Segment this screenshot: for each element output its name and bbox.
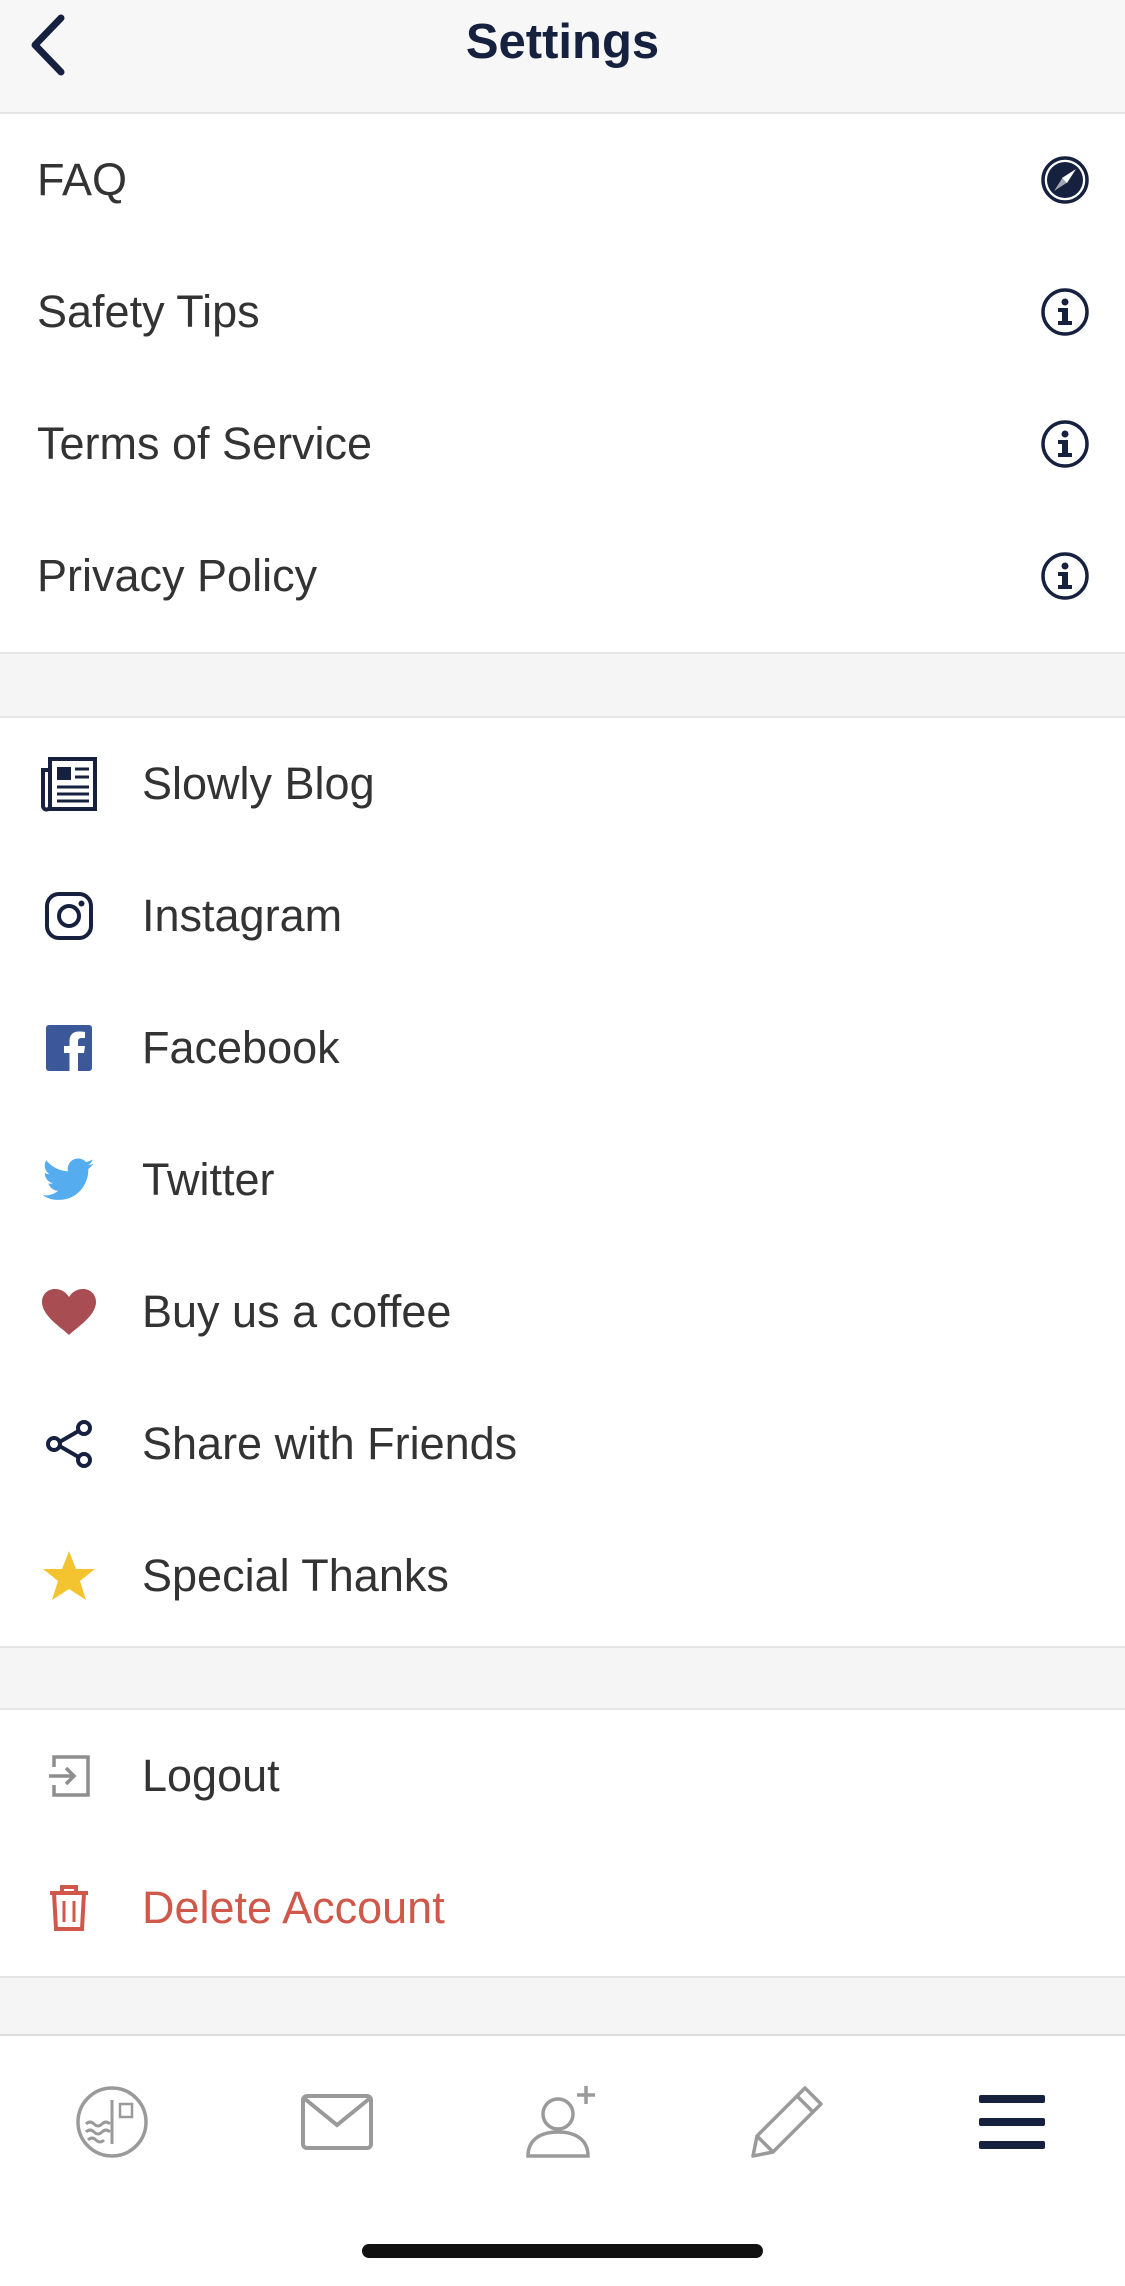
logout-item[interactable]: Logout (0, 1710, 1125, 1842)
stamp-icon (76, 2086, 148, 2158)
tab-stamp[interactable] (62, 2072, 162, 2172)
info-icon (1041, 420, 1089, 468)
buy-coffee-label: Buy us a coffee (142, 1286, 452, 1337)
star-icon (43, 1551, 95, 1600)
instagram-icon (45, 892, 93, 940)
home-indicator (362, 2244, 763, 2258)
twitter-icon (43, 1158, 95, 1200)
share-icon (46, 1420, 92, 1468)
delete-account-item[interactable]: Delete Account (0, 1842, 1125, 1974)
menu-icon (979, 2095, 1045, 2149)
instagram-item[interactable]: Instagram (0, 850, 1125, 982)
page-title: Settings (465, 15, 660, 69)
slowly-blog-item[interactable]: Slowly Blog (0, 718, 1125, 850)
special-thanks-label: Special Thanks (142, 1550, 449, 1601)
tab-write[interactable] (737, 2072, 837, 2172)
buy-coffee-item[interactable]: Buy us a coffee (0, 1246, 1125, 1378)
faq-item[interactable]: FAQ (0, 114, 1125, 246)
faq-label: FAQ (37, 154, 128, 205)
privacy-policy-item[interactable]: Privacy Policy (0, 510, 1125, 642)
heart-icon (42, 1289, 96, 1335)
twitter-item[interactable]: Twitter (0, 1114, 1125, 1246)
safety-tips-label: Safety Tips (37, 286, 260, 337)
info-icon (1041, 288, 1089, 336)
account-section: Logout Delete Account (0, 1708, 1125, 1978)
special-thanks-item[interactable]: Special Thanks (0, 1510, 1125, 1642)
safety-tips-item[interactable]: Safety Tips (0, 246, 1125, 378)
terms-of-service-item[interactable]: Terms of Service (0, 378, 1125, 510)
links-section: Slowly Blog Instagram Facebook Twitter B… (0, 716, 1125, 1648)
facebook-label: Facebook (142, 1022, 340, 1073)
share-with-friends-item[interactable]: Share with Friends (0, 1378, 1125, 1510)
newspaper-icon (41, 757, 97, 812)
trash-icon (50, 1885, 88, 1931)
terms-of-service-label: Terms of Service (37, 418, 373, 469)
privacy-policy-label: Privacy Policy (37, 550, 318, 601)
tab-add-friend[interactable] (512, 2072, 612, 2172)
info-icon (1041, 552, 1089, 600)
logout-label: Logout (142, 1750, 280, 1801)
pencil-icon (751, 2086, 823, 2158)
facebook-icon (46, 1025, 92, 1071)
add-friend-icon (526, 2086, 595, 2158)
tab-menu[interactable] (962, 2072, 1062, 2172)
delete-account-label: Delete Account (142, 1882, 445, 1933)
compass-icon (1041, 156, 1089, 204)
mail-icon (301, 2094, 373, 2150)
header-bar: Settings (0, 0, 1125, 114)
info-section: FAQ Safety Tips Terms of Service Privacy… (0, 112, 1125, 654)
slowly-blog-label: Slowly Blog (142, 758, 375, 809)
logout-icon (49, 1755, 90, 1797)
tab-mail[interactable] (287, 2072, 387, 2172)
facebook-item[interactable]: Facebook (0, 982, 1125, 1114)
instagram-label: Instagram (142, 890, 343, 941)
share-with-friends-label: Share with Friends (142, 1418, 518, 1469)
twitter-label: Twitter (142, 1154, 275, 1205)
